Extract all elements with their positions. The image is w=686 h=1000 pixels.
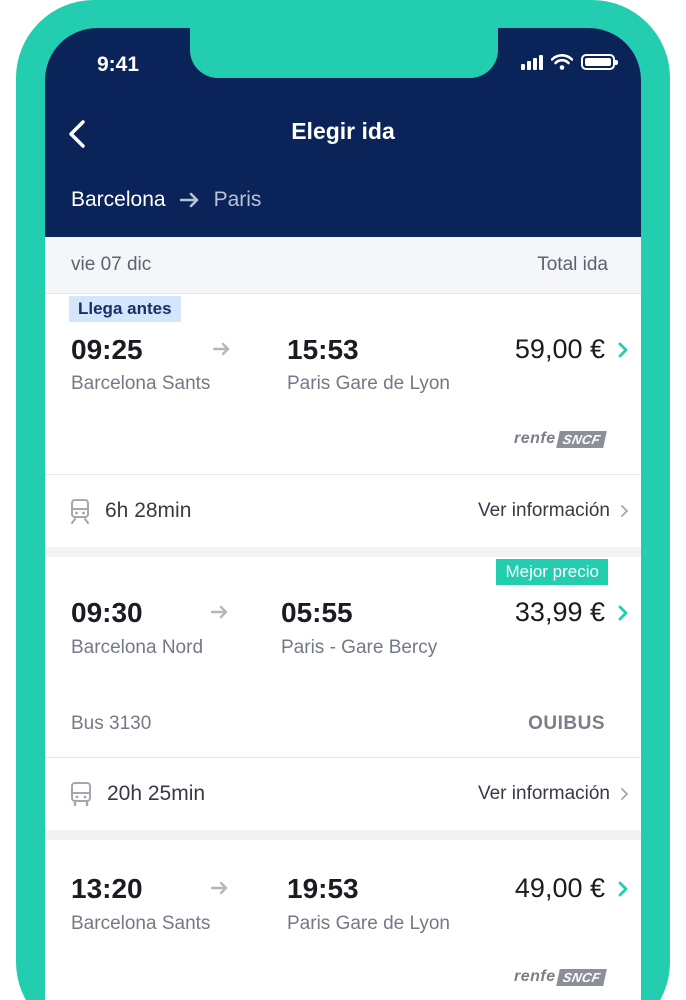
departure-time: 09:30	[71, 597, 143, 628]
departure-station: Barcelona Sants	[71, 373, 211, 394]
departure-station: Barcelona Nord	[71, 637, 204, 658]
train-icon	[71, 499, 89, 524]
departure-station: Barcelona Sants	[71, 913, 211, 934]
chevron-right-icon[interactable]	[617, 342, 629, 358]
battery-icon	[581, 54, 618, 70]
signal-icon	[521, 54, 543, 70]
price: 49,00 €	[514, 873, 605, 903]
operator-logo-renfe-sncf: renfe SNCF	[513, 968, 607, 986]
info-row[interactable]: 6h 28min Ver información	[45, 475, 641, 547]
phone-notch	[190, 28, 498, 78]
chevron-right-icon[interactable]	[617, 605, 629, 621]
trip-duration: 20h 25min	[69, 781, 205, 807]
route-destination: Paris	[213, 188, 262, 211]
renfe-text: renfe	[513, 968, 556, 985]
arrival-time: 15:53	[287, 334, 359, 365]
trip-duration: 6h 28min	[69, 498, 191, 524]
sncf-text: SNCF	[555, 968, 607, 986]
arrival-station: Paris Gare de Lyon	[287, 373, 450, 394]
result-card[interactable]: Mejor precio 09:30 Barcelona Nord 05:55 …	[45, 557, 641, 757]
page-title: Elegir ida	[291, 118, 395, 144]
chevron-right-icon	[621, 505, 629, 517]
chevron-right-icon	[621, 788, 629, 800]
best-price-badge: Mejor precio	[496, 559, 608, 585]
view-info-label: Ver información	[477, 783, 610, 804]
route-summary: Barcelona Paris	[71, 188, 261, 212]
bus-number: Bus 3130	[71, 713, 152, 734]
result-card[interactable]: Llega antes 09:25 Barcelona Sants 15:53 …	[45, 294, 641, 474]
arrow-right-icon	[211, 881, 228, 895]
arrival-station: Paris Gare de Lyon	[287, 913, 450, 934]
view-info-label: Ver información	[477, 500, 610, 521]
arrow-right-icon	[213, 342, 230, 356]
departure-time: 13:20	[71, 873, 143, 904]
info-row[interactable]: 20h 25min Ver información	[45, 758, 641, 830]
sncf-text: SNCF	[555, 430, 607, 448]
view-info-link[interactable]: Ver información	[478, 783, 629, 805]
arrival-time: 19:53	[287, 873, 359, 904]
wifi-icon	[551, 54, 573, 70]
status-time: 9:41	[97, 53, 140, 76]
view-info-link[interactable]: Ver información	[478, 500, 629, 522]
duration-text: 6h 28min	[105, 499, 192, 522]
result-card[interactable]: 13:20 Barcelona Sants 19:53 Paris Gare d…	[45, 840, 641, 1000]
operator-logo-ouibus: OUIBUS	[528, 713, 605, 734]
price: 59,00 €	[514, 334, 605, 364]
earliest-arrival-badge: Llega antes	[69, 296, 181, 322]
bus-icon	[71, 782, 91, 807]
travel-date: vie 07 dic	[71, 254, 152, 275]
total-label: Total ida	[537, 254, 608, 275]
app-screen: 9:41 Elegir ida Barcelona Paris vie 07 d…	[45, 28, 641, 1000]
arrival-station: Paris - Gare Bercy	[281, 637, 438, 658]
price: 33,99 €	[514, 597, 605, 627]
chevron-right-icon[interactable]	[617, 881, 629, 897]
operator-logo-renfe-sncf: renfe SNCF	[513, 430, 607, 448]
departure-time: 09:25	[71, 334, 143, 365]
arrow-right-icon	[211, 605, 228, 619]
route-origin: Barcelona	[71, 188, 166, 211]
renfe-text: renfe	[513, 430, 556, 447]
status-icons	[521, 54, 618, 70]
route-arrow-icon	[179, 192, 198, 208]
arrival-time: 05:55	[281, 597, 353, 628]
results-subheader: vie 07 dic Total ida	[45, 237, 641, 294]
duration-text: 20h 25min	[107, 782, 206, 805]
